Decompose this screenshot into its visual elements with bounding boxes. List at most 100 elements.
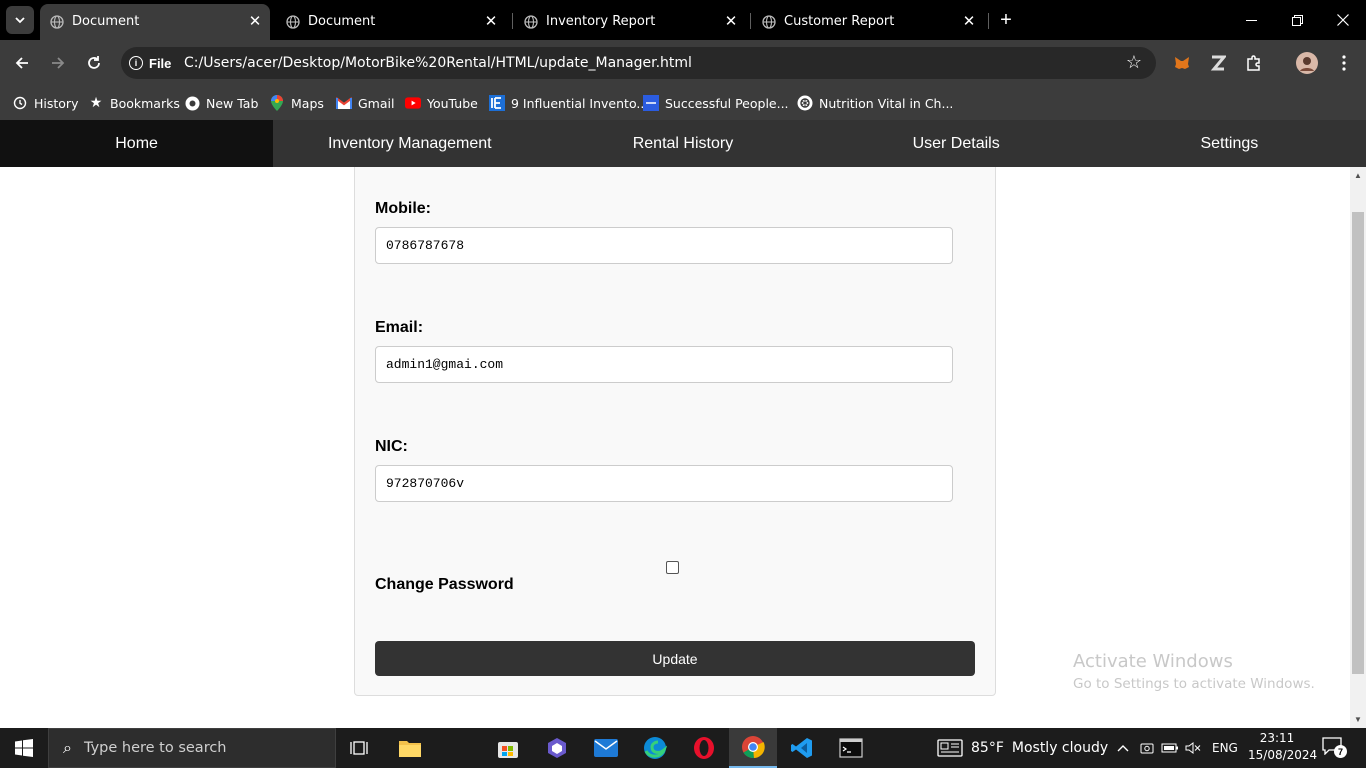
email-input[interactable]: admin1@gmai.com	[375, 346, 953, 383]
nic-input[interactable]: 972870706v	[375, 465, 953, 502]
battery-icon	[1161, 743, 1178, 753]
url-text[interactable]: C:/Users/acer/Desktop/MotorBike%20Rental…	[184, 55, 692, 71]
extensions-button[interactable]	[1243, 52, 1265, 74]
task-view-button[interactable]	[336, 728, 384, 768]
system-clock[interactable]: 23:11 15/08/2024	[1248, 730, 1318, 764]
notification-center-button[interactable]: 7	[1322, 737, 1347, 759]
nav-rental-history[interactable]: Rental History	[546, 120, 819, 167]
vscode-icon	[791, 738, 812, 758]
bookmark-history[interactable]: History	[12, 92, 78, 114]
close-window-button[interactable]	[1320, 0, 1366, 40]
battery-tray[interactable]	[1161, 728, 1179, 768]
watermark-title: Activate Windows	[1073, 651, 1233, 672]
hexagon-app-icon	[548, 738, 566, 758]
minimize-button[interactable]	[1228, 0, 1274, 40]
nav-settings[interactable]: Settings	[1093, 120, 1366, 167]
bookmark-new-tab[interactable]: New Tab	[184, 92, 258, 114]
bookmark-gmail[interactable]: Gmail	[336, 92, 394, 114]
search-icon: ⌕	[63, 738, 72, 757]
file-explorer-app[interactable]	[386, 728, 434, 768]
tab-document-2[interactable]: Document ✕	[276, 4, 506, 40]
language-indicator[interactable]: ENG	[1212, 728, 1238, 768]
globe-icon	[524, 15, 538, 29]
arrow-right-icon	[52, 57, 65, 69]
mobile-input[interactable]: 0786787678	[375, 227, 953, 264]
globe-icon	[50, 15, 64, 29]
bookmark-star-icon[interactable]: ☆	[1126, 52, 1142, 73]
browser-tab-strip: Document ✕ Document ✕ Inventory Report ✕…	[0, 0, 1366, 40]
restore-button[interactable]	[1274, 0, 1320, 40]
puzzle-icon	[1247, 55, 1260, 71]
opera-app[interactable]	[680, 728, 728, 768]
folder-icon	[399, 741, 421, 757]
history-icon	[12, 95, 28, 111]
camera-tray[interactable]	[1139, 728, 1155, 768]
show-hidden-icons-button[interactable]	[1114, 728, 1132, 768]
info-icon: i	[129, 56, 143, 70]
edge-app[interactable]	[631, 728, 679, 768]
windows-logo-icon	[15, 739, 33, 757]
forward-button[interactable]	[46, 51, 70, 75]
email-label: Email:	[375, 319, 424, 336]
back-button[interactable]	[10, 51, 34, 75]
address-bar[interactable]: i File C:/Users/acer/Desktop/MotorBike%2…	[121, 47, 1156, 79]
browser-menu-button[interactable]	[1333, 52, 1355, 74]
clock-date: 15/08/2024	[1248, 748, 1318, 762]
nav-inventory-management[interactable]: Inventory Management	[273, 120, 546, 167]
bookmark-successful-people[interactable]: Successful People...	[643, 92, 789, 114]
activate-windows-watermark: Activate Windows Go to Settings to activ…	[1073, 651, 1315, 692]
scrollbar-thumb[interactable]	[1352, 212, 1364, 674]
bookmark-label: YouTube	[427, 95, 478, 111]
bookmark-youtube[interactable]: YouTube	[405, 92, 478, 114]
metamask-extension[interactable]	[1171, 52, 1193, 74]
tab-search-button[interactable]	[6, 6, 34, 34]
profile-avatar[interactable]	[1296, 52, 1318, 74]
microsoft-store-app[interactable]	[484, 728, 532, 768]
scroll-up-icon[interactable]: ▲	[1354, 171, 1362, 180]
close-icon	[1337, 14, 1349, 26]
close-icon[interactable]: ✕	[722, 12, 740, 30]
camera-icon	[1140, 743, 1154, 754]
site-info-chip[interactable]: i File	[129, 53, 171, 73]
chrome-icon	[742, 736, 765, 759]
close-icon[interactable]: ✕	[960, 12, 978, 30]
z-extension[interactable]	[1207, 52, 1229, 74]
weather-widget[interactable]: 85°F Mostly cloudy	[937, 728, 1108, 768]
globe-icon	[762, 15, 776, 29]
reload-icon	[88, 56, 100, 69]
taskbar-search[interactable]: ⌕ Type here to search	[48, 728, 336, 768]
tab-customer-report[interactable]: Customer Report ✕	[752, 4, 984, 40]
bookmark-maps[interactable]: Maps	[269, 92, 324, 114]
close-icon[interactable]: ✕	[482, 12, 500, 30]
bookmark-influential-inventory[interactable]: 9 Influential Invento...	[489, 92, 648, 114]
nav-home[interactable]: Home	[0, 120, 274, 167]
tab-inventory-report[interactable]: Inventory Report ✕	[514, 4, 746, 40]
start-button[interactable]	[0, 728, 48, 768]
volume-tray[interactable]	[1185, 728, 1201, 768]
volume-muted-icon	[1185, 742, 1201, 754]
page-scrollbar[interactable]: ▲ ▼	[1350, 167, 1366, 728]
task-view-icon	[350, 741, 368, 755]
weather-condition: Mostly cloudy	[1011, 740, 1109, 756]
bookmark-label: Maps	[291, 95, 324, 111]
reload-button[interactable]	[82, 51, 106, 75]
vscode-app[interactable]	[778, 728, 826, 768]
close-icon[interactable]: ✕	[246, 12, 264, 30]
bookmark-nutrition[interactable]: Nutrition Vital in Ch...	[797, 92, 953, 114]
nic-label: NIC:	[375, 438, 408, 455]
scroll-down-icon[interactable]: ▼	[1354, 715, 1362, 724]
store-icon	[498, 742, 518, 758]
minimize-icon	[1245, 19, 1257, 21]
new-tab-button[interactable]: +	[994, 8, 1018, 32]
change-password-checkbox[interactable]	[666, 561, 679, 574]
update-button[interactable]: Update	[375, 641, 975, 676]
bookmark-label: New Tab	[206, 95, 259, 111]
tab-document-1[interactable]: Document ✕	[40, 4, 270, 40]
nav-user-details[interactable]: User Details	[820, 120, 1093, 167]
chrome-app[interactable]	[729, 728, 777, 768]
bookmark-bookmarks[interactable]: ★ Bookmarks	[88, 92, 180, 114]
restore-icon	[1291, 14, 1303, 26]
mail-app[interactable]	[582, 728, 630, 768]
terminal-app[interactable]	[827, 728, 875, 768]
copilot-app[interactable]	[533, 728, 581, 768]
